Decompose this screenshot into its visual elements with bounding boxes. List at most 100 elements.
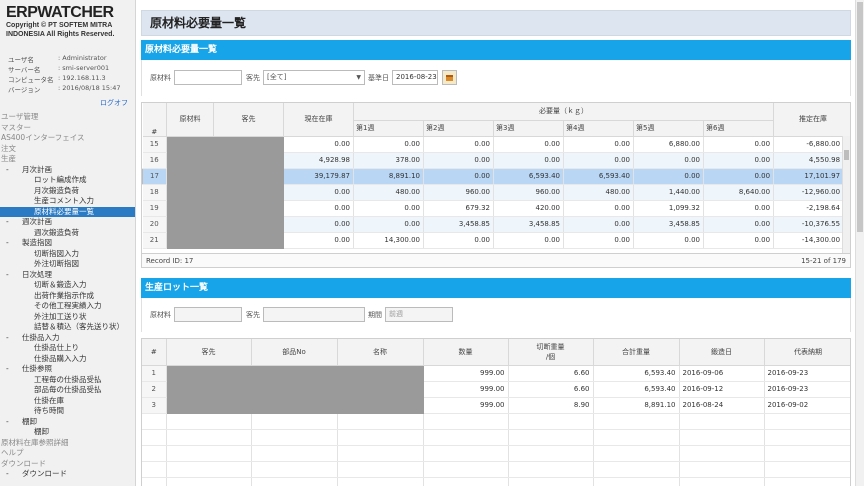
empty-cell [337, 413, 424, 430]
nav-menu: ユーザ管理マスターAS400インターフェイス注文生産月次計画ロット編成作成月次鍛… [0, 112, 135, 480]
menu-item[interactable]: その他工程実績入力 [0, 301, 135, 312]
menu-item[interactable]: 週次計画 [0, 217, 135, 228]
menu-item[interactable]: 切断＆鍛造入力 [0, 280, 135, 291]
col-current-stock[interactable]: 現在在庫 [283, 103, 354, 137]
menu-item[interactable]: 原材料必要量一覧 [0, 206, 135, 217]
menu-item[interactable]: 日次処理 [0, 270, 135, 281]
estimated-stock-cell: 4,550.98 [773, 152, 850, 169]
customer-cell [166, 365, 252, 382]
lot-material-input[interactable] [174, 307, 242, 322]
stock-cell: 4,928.98 [283, 152, 354, 169]
menu-item[interactable]: 詰替＆積込（客先送り状） [0, 322, 135, 333]
menu-item[interactable]: 仕掛品購入入力 [0, 354, 135, 365]
row-number: 2 [142, 381, 167, 398]
row-number: 20 [142, 216, 167, 233]
menu-item[interactable]: 工程毎の仕掛品受払 [0, 375, 135, 386]
lots-col-total-weight[interactable]: 合計重量 [593, 339, 680, 366]
week-cell: 0.00 [633, 152, 704, 169]
menu-item[interactable]: 月次計画 [0, 165, 135, 176]
menu-item[interactable]: 部品毎の仕掛品受払 [0, 385, 135, 396]
lots-col-forge-date[interactable]: 鍛造日 [679, 339, 765, 366]
menu-item[interactable]: 待ち時間 [0, 406, 135, 417]
info-key: ユーザ名 [8, 56, 34, 64]
logo-text: ERPWATCHER [6, 4, 114, 21]
col-week[interactable]: 第6週 [703, 120, 775, 137]
menu-item[interactable]: 原材料在庫参照詳細 [0, 438, 135, 449]
scroll-thumb[interactable] [844, 150, 849, 160]
menu-item[interactable]: 外注加工送り状 [0, 312, 135, 323]
table-row[interactable]: 2 999.00 6.60 6,593.40 2016-09-12 2016-09-23 [142, 381, 850, 398]
menu-item[interactable]: 仕掛在庫 [0, 396, 135, 407]
estimated-stock-cell: -12,960.00 [773, 184, 850, 201]
lots-col-quantity[interactable]: 数量 [423, 339, 509, 366]
grid-scrollbar[interactable] [842, 136, 850, 253]
per-piece-label: /個 [545, 352, 556, 361]
menu-item[interactable]: 仕掛参照 [0, 364, 135, 375]
menu-item[interactable]: 出荷作業指示作成 [0, 291, 135, 302]
menu-item[interactable]: 生産コメント入力 [0, 196, 135, 207]
col-week[interactable]: 第5週 [633, 120, 704, 137]
material-input[interactable] [174, 70, 242, 85]
table-row[interactable]: 1 999.00 6.60 6,593.40 2016-09-06 2016-09-23 [142, 365, 850, 382]
lots-col-customer[interactable]: 客先 [166, 339, 252, 366]
lots-col-cut-weight[interactable]: 切断重量/個 [508, 339, 594, 366]
lots-col-rownum[interactable]: # [142, 339, 167, 366]
menu-item[interactable]: 生産 [0, 154, 135, 165]
stock-cell: 0.00 [283, 136, 354, 153]
menu-item[interactable]: 製造指図 [0, 238, 135, 249]
row-number: 19 [142, 200, 167, 217]
col-customer[interactable]: 客先 [213, 103, 284, 137]
week-cell: 14,300.00 [353, 232, 424, 249]
menu-item[interactable]: 棚卸 [0, 417, 135, 428]
customer-cell [213, 184, 284, 201]
material-cell [166, 152, 214, 169]
table-row[interactable]: 15 0.00 0.00 0.00 0.00 0.00 6,880.00 0.00 -6,880… [142, 136, 850, 153]
menu-item[interactable]: マスター [0, 123, 135, 134]
window-scroll-thumb[interactable] [857, 2, 863, 232]
menu-item[interactable]: ダウンロード [0, 469, 135, 480]
col-rownum[interactable]: # [142, 103, 167, 137]
base-date-input[interactable]: 2016-08-23 [392, 70, 438, 85]
week-cell: 0.00 [353, 216, 424, 233]
menu-item[interactable]: 注文 [0, 144, 135, 155]
table-row[interactable]: 21 0.00 14,300.00 0.00 0.00 0.00 0.00 0.00 -14,3… [142, 232, 850, 249]
table-row[interactable]: 17 39,179.87 8,891.10 0.00 6,593.40 6,593.40 0… [142, 168, 850, 185]
material-label: 原材料 [150, 73, 171, 82]
table-row[interactable]: 20 0.00 0.00 3,458.85 3,458.85 0.00 3,458.85 0.… [142, 216, 850, 233]
col-estimated-stock[interactable]: 推定在庫 [773, 103, 850, 137]
customer-select[interactable]: [全て] ▼ [263, 70, 365, 85]
table-row[interactable]: 18 0.00 480.00 960.00 960.00 480.00 1,440.00 8,… [142, 184, 850, 201]
menu-item[interactable]: ダウンロード [0, 459, 135, 470]
menu-item[interactable]: 仕掛品入力 [0, 333, 135, 344]
lots-col-part-no[interactable]: 部品No [251, 339, 338, 366]
lots-col-name[interactable]: 名称 [337, 339, 424, 366]
col-material[interactable]: 原材料 [166, 103, 214, 137]
table-row[interactable]: 3 999.00 8.90 8,891.10 2016-08-24 2016-09-02 [142, 397, 850, 414]
col-week[interactable]: 第2週 [423, 120, 494, 137]
window-scrollbar[interactable] [855, 0, 864, 486]
name-cell [337, 381, 424, 398]
menu-item[interactable]: ヘルプ [0, 448, 135, 459]
lot-customer-input[interactable] [263, 307, 365, 322]
calendar-button[interactable] [442, 70, 457, 85]
lots-col-due-date[interactable]: 代表納期 [764, 339, 850, 366]
menu-item[interactable]: 月次鍛造負荷 [0, 186, 135, 197]
period-input[interactable]: 前週 [385, 307, 453, 322]
menu-item[interactable]: 外注切断指図 [0, 259, 135, 270]
grid-footer: Record ID: 17 15-21 of 179 [141, 254, 851, 268]
menu-item[interactable]: 週次鍛造負荷 [0, 228, 135, 239]
menu-item[interactable]: AS400インターフェイス [0, 133, 135, 144]
col-week[interactable]: 第4週 [563, 120, 634, 137]
menu-item[interactable]: 仕掛品仕上り [0, 343, 135, 354]
logout-link[interactable]: ログオフ [100, 98, 128, 108]
menu-item[interactable]: ロット編成作成 [0, 175, 135, 186]
info-key: コンピュータ名 [8, 76, 54, 84]
table-row[interactable]: 16 4,928.98 378.00 0.00 0.00 0.00 0.00 0.00 4,55… [142, 152, 850, 169]
menu-item[interactable]: ユーザ管理 [0, 112, 135, 123]
empty-cell [679, 445, 765, 462]
menu-item[interactable]: 切断指図入力 [0, 249, 135, 260]
table-row[interactable]: 19 0.00 0.00 679.32 420.00 0.00 1,099.32 0.00 -2… [142, 200, 850, 217]
col-week[interactable]: 第1週 [353, 120, 424, 137]
menu-item[interactable]: 棚卸 [0, 427, 135, 438]
col-week[interactable]: 第3週 [493, 120, 564, 137]
